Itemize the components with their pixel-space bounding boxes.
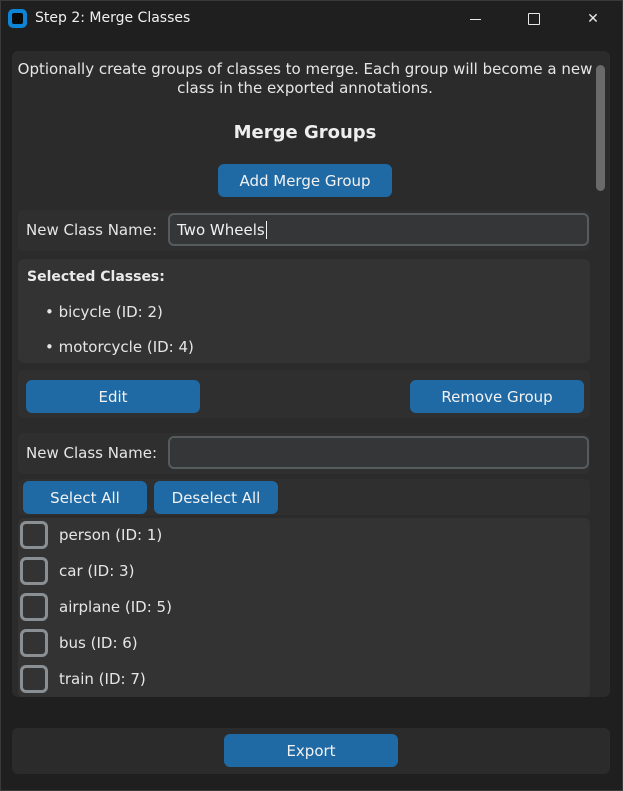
group-1-name-label: New Class Name: (26, 221, 158, 239)
group-1-selected-classes: Selected Classes: • bicycle (ID: 2) • mo… (18, 259, 590, 363)
edit-group-button[interactable]: Edit (26, 380, 200, 413)
deselect-all-button[interactable]: Deselect All (154, 481, 278, 514)
merge-groups-title: Merge Groups (233, 122, 377, 143)
class-checkbox-label[interactable]: car (ID: 3) (59, 562, 134, 580)
group-2-name-input[interactable] (168, 436, 589, 469)
class-checkbox-label[interactable]: bus (ID: 6) (59, 634, 138, 652)
text-caret (265, 220, 267, 239)
scrollable-content[interactable]: Optionally create groups of classes to m… (12, 51, 610, 697)
footer-bar: Export (12, 728, 610, 774)
class-checkbox[interactable] (20, 629, 48, 657)
merge-classes-window: Step 2: Merge Classes ✕ Optionally creat… (0, 0, 623, 791)
group-2-selection-actions: Select All Deselect All (18, 479, 590, 515)
group-1-name-input[interactable]: Two Wheels (168, 213, 589, 246)
class-checkbox-label[interactable]: train (ID: 7) (59, 670, 146, 688)
selected-class-item: • motorcycle (ID: 4) (45, 338, 194, 356)
group-1-name-row: New Class Name: Two Wheels (18, 210, 590, 251)
group-2-name-row: New Class Name: (18, 433, 590, 474)
group-2-class-list: person (ID: 1) car (ID: 3) airplane (ID:… (18, 518, 590, 697)
vertical-scrollbar[interactable] (596, 63, 605, 693)
class-checkbox-label[interactable]: person (ID: 1) (59, 526, 162, 544)
window-title: Step 2: Merge Classes (35, 10, 191, 26)
class-checkbox-row[interactable]: train (ID: 7) (20, 664, 146, 694)
group-1-actions: Edit Remove Group (18, 370, 590, 418)
instructions-line-1: Optionally create groups of classes to m… (17, 60, 593, 78)
class-checkbox-row[interactable]: bus (ID: 6) (20, 628, 138, 658)
class-checkbox-row[interactable]: person (ID: 1) (20, 520, 162, 550)
class-checkbox[interactable] (20, 521, 48, 549)
selected-classes-title: Selected Classes: (27, 269, 165, 285)
add-merge-group-button[interactable]: Add Merge Group (218, 164, 392, 197)
class-checkbox[interactable] (20, 665, 48, 693)
title-bar[interactable]: Step 2: Merge Classes ✕ (1, 1, 622, 37)
scrollbar-thumb[interactable] (596, 65, 605, 191)
selected-class-item: • bicycle (ID: 2) (45, 303, 163, 321)
group-1-name-value: Two Wheels (177, 220, 265, 239)
instructions-text: Optionally create groups of classes to m… (12, 60, 598, 98)
maximize-button[interactable] (505, 1, 563, 37)
app-icon (8, 9, 27, 28)
export-button[interactable]: Export (224, 734, 398, 767)
class-checkbox-row[interactable]: airplane (ID: 5) (20, 592, 172, 622)
close-button[interactable]: ✕ (564, 1, 622, 37)
group-2-name-label: New Class Name: (26, 444, 158, 462)
class-checkbox[interactable] (20, 593, 48, 621)
remove-group-button[interactable]: Remove Group (410, 380, 584, 413)
class-checkbox-label[interactable]: airplane (ID: 5) (59, 598, 172, 616)
select-all-button[interactable]: Select All (23, 481, 147, 514)
class-checkbox-row[interactable]: car (ID: 3) (20, 556, 134, 586)
minimize-button[interactable] (446, 1, 504, 37)
instructions-line-2: class in the exported annotations. (177, 79, 433, 97)
class-checkbox[interactable] (20, 557, 48, 585)
